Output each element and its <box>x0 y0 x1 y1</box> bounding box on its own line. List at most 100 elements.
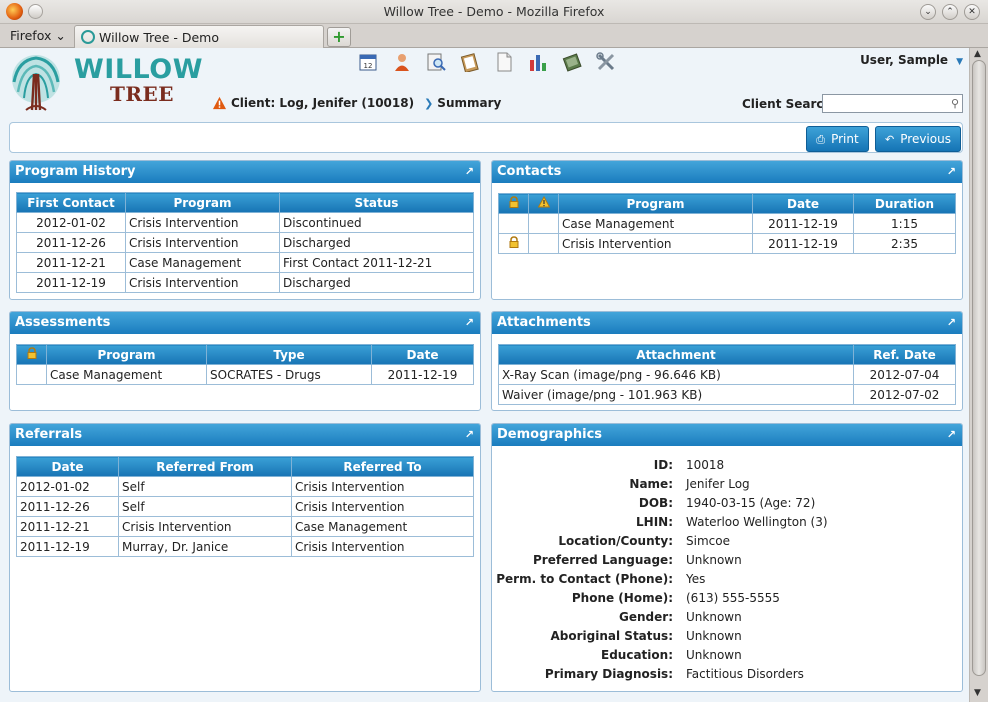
table-cell: Self <box>118 476 292 497</box>
demographic-row: Location/County: Simcoe <box>492 534 961 553</box>
contacts-title: Contacts <box>497 164 562 179</box>
attachment-link[interactable]: Waiver (image/png - 101.963 KB) <box>498 384 854 405</box>
column-header[interactable]: Date <box>752 193 854 214</box>
attachments-table: Attachment Ref. Date X-Ray Scan (image/p… <box>498 344 956 405</box>
table-cell: 2011-12-26 <box>16 496 119 517</box>
document-icon[interactable] <box>492 51 516 73</box>
lock-column-header[interactable] <box>498 193 529 214</box>
table-cell <box>16 364 47 385</box>
assessments-header: Assessments ↗ <box>10 312 480 334</box>
table-cell: 2012-01-02 <box>16 212 126 233</box>
alert-column-header[interactable] <box>528 193 559 214</box>
expand-icon[interactable]: ↗ <box>465 312 474 334</box>
table-row[interactable]: 2011-12-26 Self Crisis Intervention <box>16 496 474 517</box>
clipboard-icon[interactable] <box>458 51 482 73</box>
reports-chart-icon[interactable] <box>526 51 550 73</box>
column-header[interactable]: First Contact <box>16 192 126 213</box>
table-cell: First Contact 2011-12-21 <box>279 252 474 273</box>
column-header[interactable]: Attachment <box>498 344 854 365</box>
search-doc-icon[interactable] <box>424 51 448 73</box>
field-value: Waterloo Wellington (3) <box>686 515 828 529</box>
column-header[interactable]: Program <box>558 193 753 214</box>
minimize-button[interactable]: ⌄ <box>920 4 936 20</box>
field-value: Unknown <box>686 553 742 567</box>
column-header[interactable]: Type <box>206 344 372 365</box>
book-icon[interactable] <box>560 51 584 73</box>
field-value: 10018 <box>686 458 725 472</box>
scroll-down-arrow-icon[interactable]: ▼ <box>974 688 981 698</box>
scrollbar-thumb[interactable] <box>972 60 986 676</box>
lock-icon <box>27 347 36 359</box>
table-row[interactable]: X-Ray Scan (image/png - 96.646 KB) 2012-0… <box>498 364 956 385</box>
attachments-title: Attachments <box>497 315 591 330</box>
expand-icon[interactable]: ↗ <box>947 312 956 334</box>
print-button[interactable]: ⎙ Print <box>806 126 869 152</box>
table-row[interactable]: 2011-12-19 Murray, Dr. Janice Crisis Inter… <box>16 536 474 557</box>
table-row[interactable]: Crisis Intervention 2011-12-19 2:35 <box>498 233 956 254</box>
table-cell: 2011-12-21 <box>16 516 119 537</box>
field-value: Yes <box>686 572 706 586</box>
firefox-menu-button[interactable]: Firefox ⌄ <box>10 28 66 43</box>
vertical-scrollbar[interactable]: ▲ ▼ <box>969 48 988 702</box>
table-row[interactable]: Case Management SOCRATES - Drugs 2011-12-1… <box>16 364 474 385</box>
field-label: ID: <box>653 458 673 472</box>
field-label: Aboriginal Status: <box>550 629 673 643</box>
table-row[interactable]: Case Management 2011-12-19 1:15 <box>498 213 956 234</box>
warning-icon <box>537 196 550 208</box>
lock-column-header[interactable] <box>16 344 47 365</box>
expand-icon[interactable]: ↗ <box>465 424 474 446</box>
scroll-up-arrow-icon[interactable]: ▲ <box>974 49 981 59</box>
client-label[interactable]: Client: Log, Jenifer (10018) <box>231 96 414 110</box>
client-icon[interactable] <box>390 51 414 73</box>
table-cell: Crisis Intervention <box>125 232 280 253</box>
attachment-link[interactable]: X-Ray Scan (image/png - 96.646 KB) <box>498 364 854 385</box>
previous-button[interactable]: ↶ Previous <box>875 126 961 152</box>
column-header[interactable]: Date <box>16 456 119 477</box>
close-window-button[interactable]: ✕ <box>964 4 980 20</box>
column-header[interactable]: Program <box>46 344 207 365</box>
browser-tab[interactable]: Willow Tree - Demo <box>74 25 324 48</box>
column-header[interactable]: Referred To <box>291 456 474 477</box>
table-row[interactable]: Waiver (image/png - 101.963 KB) 2012-07-0… <box>498 384 956 405</box>
table-row[interactable]: 2011-12-21 Case Management First Contact 2… <box>16 252 474 273</box>
program-history-panel: Program History ↗ First Contact Program S… <box>9 160 481 300</box>
table-row[interactable]: 2011-12-21 Crisis Intervention Case Manage… <box>16 516 474 537</box>
table-row[interactable]: 2012-01-02 Self Crisis Intervention <box>16 476 474 497</box>
column-header[interactable]: Program <box>125 192 280 213</box>
column-header[interactable]: Status <box>279 192 474 213</box>
column-header[interactable]: Ref. Date <box>853 344 956 365</box>
previous-label: Previous <box>900 132 951 146</box>
expand-icon[interactable]: ↗ <box>947 161 956 183</box>
column-header[interactable]: Duration <box>853 193 956 214</box>
demographics-panel: Demographics ↗ ID: 10018 Name: Jenifer Log … <box>491 423 963 692</box>
maximize-button[interactable]: ⌃ <box>942 4 958 20</box>
table-cell: 2:35 <box>853 233 956 254</box>
table-row[interactable]: 2011-12-19 Crisis Intervention Discharged <box>16 272 474 293</box>
table-cell <box>528 213 559 234</box>
expand-icon[interactable]: ↗ <box>947 424 956 446</box>
calendar-icon[interactable]: 12 <box>356 51 380 73</box>
table-row[interactable]: 2011-12-26 Crisis Intervention Discharged <box>16 232 474 253</box>
client-search-input[interactable] <box>826 95 944 112</box>
expand-icon[interactable]: ↗ <box>465 161 474 183</box>
table-cell: Case Management <box>558 213 753 234</box>
user-menu[interactable]: User, Sample ▼ <box>860 53 963 67</box>
new-tab-button[interactable]: + <box>327 27 351 47</box>
column-header[interactable]: Date <box>371 344 474 365</box>
table-row[interactable]: 2012-01-02 Crisis Intervention Discontinue… <box>16 212 474 233</box>
willow-tree-logo-icon <box>12 55 60 111</box>
field-value: (613) 555-5555 <box>686 591 780 605</box>
table-cell: 2012-07-04 <box>853 364 956 385</box>
chevron-down-icon: ⌄ <box>51 28 66 43</box>
search-icon[interactable]: ⚲ <box>951 97 959 110</box>
column-header[interactable]: Referred From <box>118 456 292 477</box>
contacts-panel: Contacts ↗ Program Date Duration Case Man… <box>491 160 963 300</box>
tools-icon[interactable] <box>594 51 618 73</box>
table-cell: Discharged <box>279 232 474 253</box>
logo-wordmark-willow: WILLOW <box>74 54 204 85</box>
field-label: Name: <box>629 477 673 491</box>
table-cell: Case Management <box>125 252 280 273</box>
field-value: 1940-03-15 (Age: 72) <box>686 496 816 510</box>
logo-wordmark-tree: TREE <box>110 82 174 106</box>
table-cell: Case Management <box>46 364 207 385</box>
